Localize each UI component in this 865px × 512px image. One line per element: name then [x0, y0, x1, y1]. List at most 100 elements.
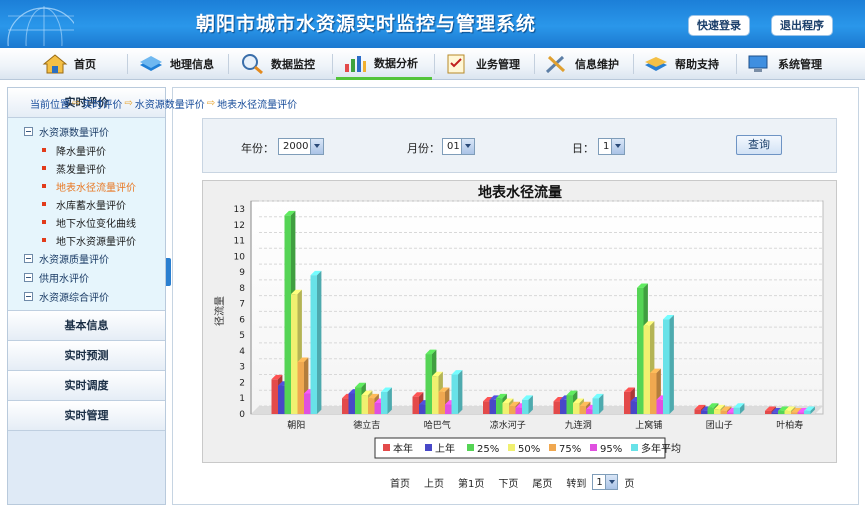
- tree-leaf-label: 地表水径流量评价: [56, 182, 136, 194]
- nav-home[interactable]: 首页: [36, 48, 126, 80]
- bar-front-face: [291, 294, 298, 414]
- day-label: 日：: [572, 142, 594, 155]
- bar-side-face: [669, 314, 674, 414]
- bar-0-6[interactable]: [310, 270, 322, 414]
- x-tick-label: 朝阳: [287, 420, 305, 431]
- tree-group-label: 水资源数量评价: [39, 128, 109, 139]
- tree-leaf-groundwater-resources[interactable]: 地下水资源量评价: [8, 231, 165, 249]
- bar-front-face: [643, 325, 650, 414]
- day-select[interactable]: 1: [598, 138, 625, 155]
- bar-front-face: [663, 319, 670, 414]
- bar-front-face: [656, 399, 663, 414]
- y-tick-label: 10: [234, 252, 246, 262]
- sidebar-tree: 水资源数量评价 降水量评价 蒸发量评价 地表水径流量评价 水库蓄水量评价 地下水…: [8, 118, 165, 311]
- nav-geo-info[interactable]: 地理信息: [132, 48, 222, 80]
- tree-group-water-quantity[interactable]: 水资源数量评价: [8, 122, 165, 141]
- tree-leaf-label: 地下水位变化曲线: [56, 218, 136, 230]
- bar-4-6[interactable]: [592, 393, 604, 414]
- legend-swatch: [631, 444, 638, 451]
- bar-1-6[interactable]: [381, 387, 392, 414]
- nav-data-monitor[interactable]: 数据监控: [233, 48, 327, 80]
- sidebar-section-basic-info[interactable]: 基本信息: [8, 311, 165, 341]
- bar-front-face: [304, 393, 311, 414]
- legend-swatch: [549, 444, 556, 451]
- bullet-icon: [42, 238, 46, 242]
- bar-front-face: [271, 379, 278, 414]
- nav-data-analysis[interactable]: 数据分析: [336, 48, 432, 80]
- breadcrumb-item[interactable]: 实时评价: [82, 96, 122, 111]
- tree-leaf-reservoir-storage[interactable]: 水库蓄水量评价: [8, 195, 165, 213]
- arrow-right-icon: ⇨: [72, 98, 81, 109]
- bar-front-face: [342, 398, 349, 414]
- main-nav: 首页 地理信息 数据监控 数据分析 业务管理 信息维护 帮助支持 系统管理: [0, 48, 865, 80]
- sidebar-section-realtime-forecast[interactable]: 实时预测: [8, 341, 165, 371]
- tree-group-label: 水资源质量评价: [39, 255, 109, 266]
- y-tick-label: 4: [239, 347, 245, 357]
- x-tick-label: 德立吉: [353, 419, 380, 431]
- tree-leaf-evaporation[interactable]: 蒸发量评价: [8, 159, 165, 177]
- tree-leaf-surface-runoff[interactable]: 地表水径流量评价: [8, 177, 165, 195]
- breadcrumb-prefix: 当前位置: [30, 100, 70, 111]
- year-select[interactable]: 2000: [278, 138, 324, 155]
- nav-info-maintenance[interactable]: 信息维护: [537, 48, 629, 80]
- bar-front-face: [355, 387, 362, 414]
- nav-business[interactable]: 业务管理: [438, 48, 530, 80]
- bullet-icon: [42, 202, 46, 206]
- prev-page-link[interactable]: 上页: [424, 475, 444, 490]
- bar-front-face: [489, 399, 496, 414]
- tree-group-comprehensive[interactable]: 水资源综合评价: [8, 287, 165, 306]
- tree-group-water-quality[interactable]: 水资源质量评价: [8, 249, 165, 268]
- tree-leaf-precipitation[interactable]: 降水量评价: [8, 141, 165, 159]
- query-button[interactable]: 查询: [736, 135, 782, 155]
- bullet-icon: [42, 148, 46, 152]
- bar-front-face: [381, 391, 388, 414]
- bar-front-face: [509, 406, 516, 414]
- sidebar-section-realtime-dispatch[interactable]: 实时调度: [8, 371, 165, 401]
- bar-front-face: [560, 399, 567, 414]
- runoff-chart: 地表水径流量 径流量 0 1 2 3 4 5 6 7 8 9 10 11 12 13 朝阳 德立吉 哈巴气 凉水…: [202, 180, 837, 463]
- breadcrumb-item-current: 地表水径流量评价: [217, 100, 298, 111]
- quick-login-button[interactable]: 快速登录: [688, 15, 750, 36]
- month-select[interactable]: 01: [442, 138, 475, 155]
- last-page-link[interactable]: 尾页: [532, 475, 552, 490]
- bar-side-face: [317, 270, 322, 414]
- tree-leaf-groundwater-level-curve[interactable]: 地下水位变化曲线: [8, 213, 165, 231]
- bar-front-face: [483, 401, 490, 414]
- month-select-value: 01: [447, 141, 460, 152]
- tree-leaf-label: 降水量评价: [56, 146, 106, 158]
- bar-3-6[interactable]: [522, 395, 533, 414]
- bar-front-face: [496, 398, 503, 414]
- bar-front-face: [297, 361, 304, 414]
- chevron-down-icon: [461, 139, 474, 154]
- bullet-icon: [42, 166, 46, 170]
- bar-2-6[interactable]: [451, 370, 463, 414]
- y-tick-label: 2: [239, 378, 245, 388]
- bar-chart: 地表水径流量 径流量 012345678910111213 朝阳 德立吉 哈巴气 凉水…: [213, 184, 824, 459]
- goto-page-select[interactable]: 1: [592, 474, 619, 490]
- legend-label: 25%: [477, 444, 499, 455]
- y-axis-label: 径流量: [213, 296, 226, 326]
- y-tick-label: 6: [239, 315, 245, 325]
- chevron-down-icon: [605, 475, 618, 489]
- next-page-link[interactable]: 下页: [498, 475, 518, 490]
- bar-chart-icon: [345, 55, 366, 72]
- nav-help-support[interactable]: 帮助支持: [637, 48, 732, 80]
- y-tick-label: 5: [239, 331, 245, 341]
- nav-system-admin[interactable]: 系统管理: [740, 48, 836, 80]
- bar-5-6[interactable]: [663, 314, 674, 414]
- home-icon: [42, 54, 68, 74]
- bar-front-face: [445, 404, 452, 414]
- breadcrumb-item[interactable]: 水资源数量评价: [135, 96, 205, 111]
- y-tick-label: 7: [239, 300, 245, 310]
- sidebar-collapse-handle[interactable]: [166, 258, 171, 286]
- tree-group-label: 水资源综合评价: [39, 293, 109, 304]
- first-page-link[interactable]: 首页: [390, 475, 410, 490]
- current-page-label: 第1页: [458, 478, 485, 490]
- sidebar-section-realtime-manage[interactable]: 实时管理: [8, 401, 165, 431]
- bar-side-face: [458, 370, 463, 414]
- bar-front-face: [522, 399, 529, 414]
- checklist-icon: [447, 54, 465, 74]
- tree-group-water-supply-use[interactable]: 供用水评价: [8, 268, 165, 287]
- exit-button[interactable]: 退出程序: [771, 15, 833, 36]
- y-tick-label: 3: [239, 363, 245, 373]
